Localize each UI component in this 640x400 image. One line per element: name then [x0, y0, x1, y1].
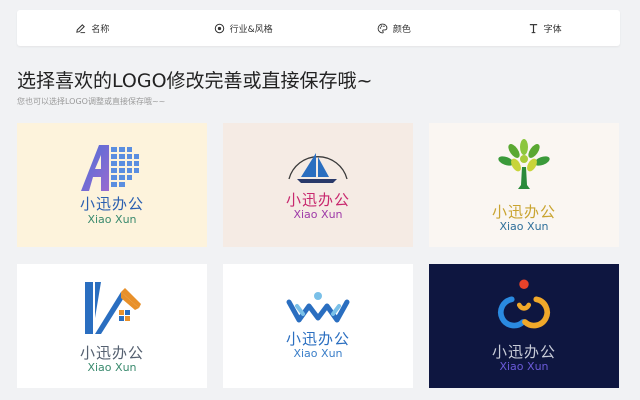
palette-icon [377, 23, 388, 33]
logo-name-cn: 小迅办公 [285, 330, 350, 348]
logo-name-cn: 小迅办公 [491, 203, 556, 221]
logo-name-cn: 小迅办公 [79, 195, 144, 213]
logo-name-en: Xiao Xun [499, 220, 549, 233]
logo-card[interactable]: 小迅办公 Xiao Xun [223, 123, 413, 247]
logo-card[interactable]: 小迅办公 Xiao Xun [17, 264, 207, 388]
tab-label: 颜色 [392, 24, 411, 35]
logo-name-en: Xiao Xun [293, 208, 343, 221]
logo-card[interactable]: 小迅办公 Xiao Xun [429, 264, 619, 388]
letter-a-building-icon [81, 145, 139, 191]
target-icon [214, 23, 224, 33]
font-icon [529, 23, 537, 33]
tab-name[interactable]: 名称 [17, 10, 168, 46]
logo-name-cn: 小迅办公 [491, 343, 556, 361]
tab-label: 字体 [543, 24, 562, 35]
tab-label: 行业&风格 [229, 24, 273, 35]
logo-name-cn: 小迅办公 [79, 344, 144, 362]
tree-icon [498, 139, 550, 189]
tab-industry-style[interactable]: 行业&风格 [168, 10, 319, 46]
tab-color[interactable]: 颜色 [319, 10, 470, 46]
logo-name-en: Xiao Xun [293, 347, 343, 360]
logo-card[interactable]: 小迅办公 Xiao Xun [17, 123, 207, 247]
house-icon [85, 282, 141, 334]
tab-label: 名称 [91, 24, 110, 35]
tab-font[interactable]: 字体 [469, 10, 620, 46]
logo-name-en: Xiao Xun [87, 361, 137, 374]
logo-name-en: Xiao Xun [499, 360, 549, 373]
logo-card[interactable]: 小迅办公 Xiao Xun [429, 123, 619, 247]
people-wave-icon [286, 292, 350, 323]
logo-name-cn: 小迅办公 [285, 191, 350, 209]
page-subtitle: 您也可以选择LOGO调整或直接保存哦~~ [17, 97, 166, 106]
pencil-icon [76, 23, 86, 33]
logo-name-en: Xiao Xun [87, 213, 137, 226]
logo-card[interactable]: 小迅办公 Xiao Xun [223, 264, 413, 388]
rings-icon [498, 279, 550, 329]
sailboat-icon [288, 153, 348, 183]
page-title: 选择喜欢的LOGO修改完善或直接保存哦~ [17, 70, 373, 92]
filter-tabbar: 名称 行业&风格 颜色 字体 [17, 10, 620, 46]
